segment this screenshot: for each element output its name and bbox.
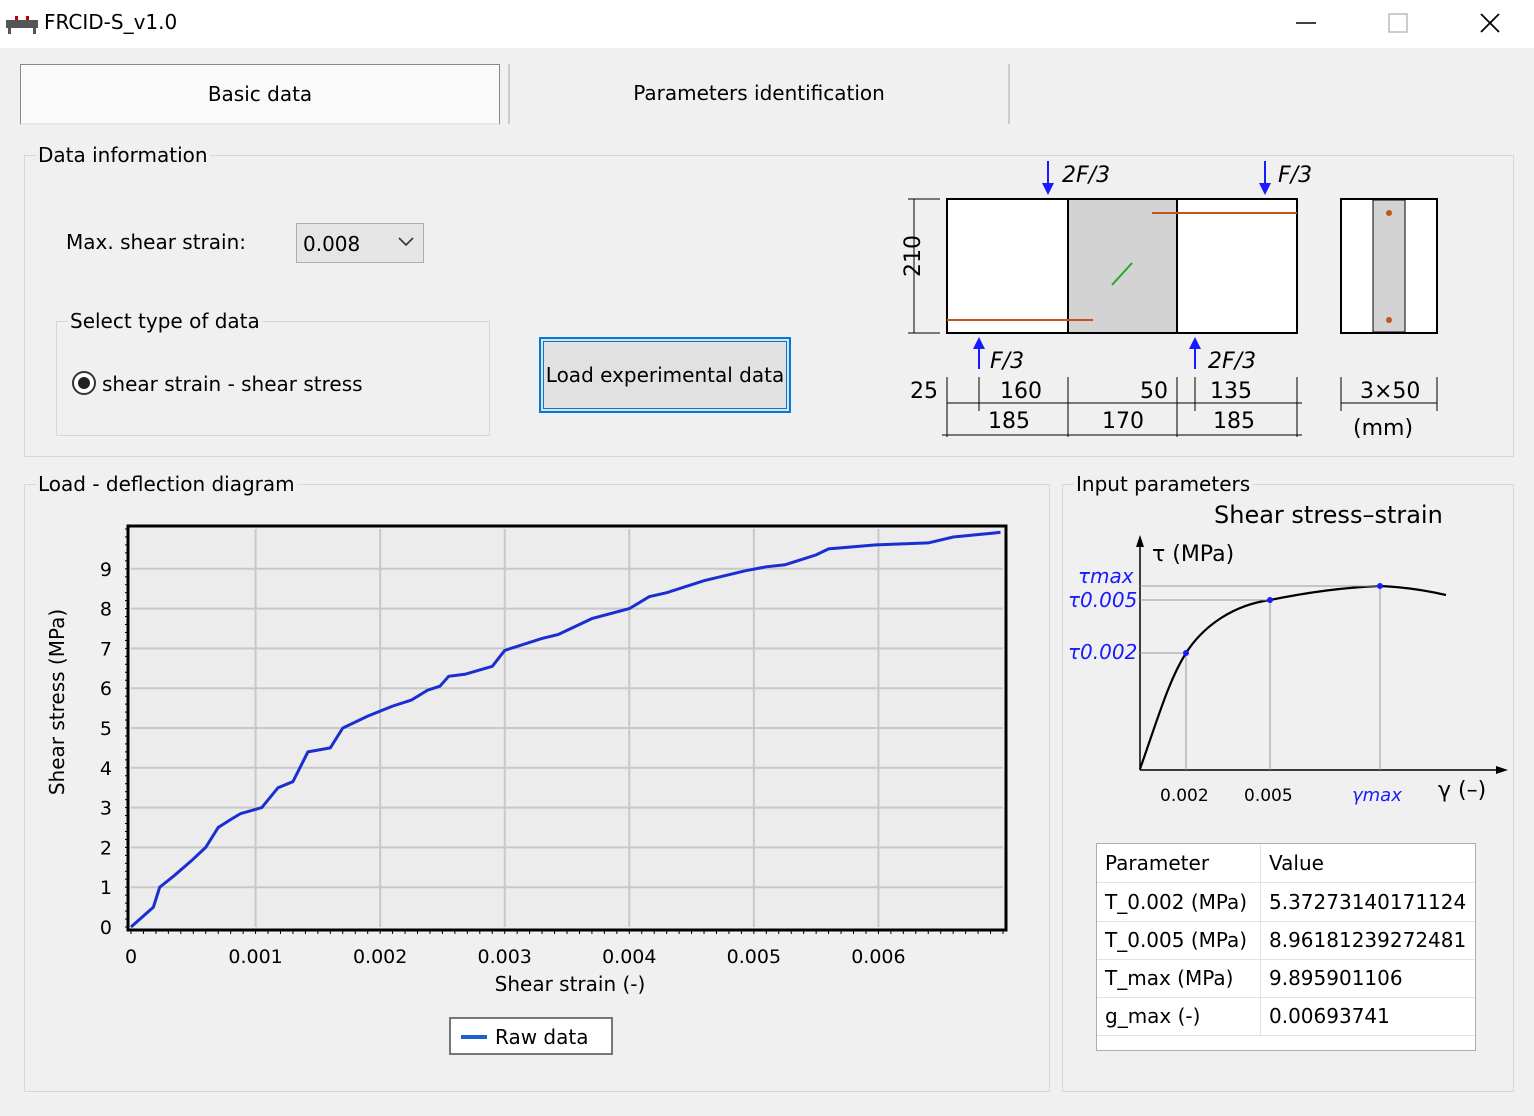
specimen-diagram: 2F/3 F/3 F/3 2F/3 210 25 160 50 135 185 …: [901, 161, 1438, 441]
table-cell-parameter: T_max (MPa): [1097, 959, 1261, 997]
tab-parameters-identification[interactable]: Parameters identification: [510, 64, 1008, 122]
y-tick-label: 5: [100, 718, 112, 740]
schematic-tick-0005: 0.005: [1244, 786, 1293, 806]
schematic-tick-0002: 0.002: [1160, 786, 1209, 806]
y-tick-label: 9: [100, 559, 112, 581]
y-tick-label: 2: [100, 837, 112, 859]
load-experimental-data-button[interactable]: Load experimental data: [539, 337, 791, 413]
section-dim: 3×50: [1360, 379, 1420, 404]
dim-160: 160: [1000, 379, 1042, 404]
window-title: FRCID-S_v1.0: [44, 10, 178, 34]
dim-170: 170: [1102, 409, 1144, 434]
parameters-table[interactable]: Parameter Value T_0.002 (MPa) 5.37273140…: [1096, 843, 1476, 1051]
x-tick-label: 0.003: [478, 946, 532, 968]
top-load-right-label: F/3: [1278, 163, 1312, 188]
x-axis-label: Shear strain (-): [495, 972, 646, 996]
title-bar: FRCID-S_v1.0: [0, 0, 1534, 48]
height-dim-label: 210: [901, 235, 926, 277]
table-header-value: Value: [1269, 851, 1324, 875]
y-ticks: 0 1 2 3 4 5 6 7 8 9: [100, 528, 128, 939]
tab-divider: [1008, 64, 1010, 124]
schematic-tick-gmax: γmax: [1352, 785, 1402, 806]
dim-50: 50: [1140, 379, 1168, 404]
dim-25: 25: [910, 379, 938, 404]
minimize-button[interactable]: [1260, 0, 1352, 46]
x-tick-label: 0.002: [353, 946, 407, 968]
load-button-label: Load experimental data: [545, 363, 785, 387]
legend-label: Raw data: [495, 1025, 589, 1049]
support-arrow-icon: [973, 337, 985, 349]
x-tick-label: 0.004: [602, 946, 656, 968]
x-ticks: 0 0.001 0.002 0.003 0.004 0.005 0.006: [125, 930, 1004, 968]
table-row[interactable]: g_max (-) 0.00693741: [1097, 997, 1475, 1036]
schematic-title: Shear stress–strain: [1214, 501, 1443, 529]
schematic-x-axis: γ (–): [1438, 778, 1486, 803]
top-load-left-label: 2F/3: [1062, 163, 1110, 188]
y-axis-label: Shear stress (MPa): [45, 609, 69, 795]
dim-185-right: 185: [1213, 409, 1255, 434]
y-tick-label: 1: [100, 877, 112, 899]
minimize-icon: [1296, 22, 1316, 24]
max-shear-strain-label: Max. shear strain:: [66, 230, 247, 254]
y-tick-label: 7: [100, 638, 112, 660]
tau-0002-label: τ0.002: [1068, 640, 1137, 664]
table-row[interactable]: T_0.002 (MPa) 5.37273140171124: [1097, 883, 1475, 922]
unit-label: (mm): [1353, 416, 1413, 441]
maximize-button[interactable]: [1352, 0, 1444, 46]
table-cell-parameter: g_max (-): [1097, 997, 1261, 1035]
x-tick-label: 0.005: [727, 946, 781, 968]
shear-zone: [1068, 200, 1177, 332]
chart-legend: Raw data: [449, 1017, 613, 1055]
x-tick-label: 0.001: [228, 946, 282, 968]
dim-135: 135: [1210, 379, 1252, 404]
support-arrow-icon: [1189, 337, 1201, 349]
y-tick-label: 8: [100, 599, 112, 621]
select-type-legend: Select type of data: [68, 309, 262, 333]
table-header-row: Parameter Value: [1097, 844, 1475, 883]
data-information-legend: Data information: [36, 143, 210, 167]
close-icon: [1480, 13, 1500, 33]
radio-label[interactable]: shear strain - shear stress: [102, 372, 363, 396]
x-tick-label: 0: [125, 946, 137, 968]
max-shear-strain-value: 0.008: [303, 232, 361, 256]
table-cell-value[interactable]: 5.37273140171124: [1261, 883, 1473, 921]
table-cell-value[interactable]: 8.96181239272481: [1261, 921, 1473, 959]
shear-strain-stress-radio[interactable]: [72, 371, 96, 395]
load-arrow-icon: [1042, 183, 1054, 195]
radio-dot: [78, 377, 90, 389]
y-tick-label: 3: [100, 798, 112, 820]
input-parameters-legend: Input parameters: [1074, 472, 1253, 496]
tau-0005-label: τ0.005: [1068, 588, 1137, 612]
close-button[interactable]: [1444, 0, 1534, 46]
y-tick-label: 0: [100, 917, 112, 939]
tau-max-label: τmax: [1078, 564, 1134, 588]
table-header-parameter: Parameter: [1097, 844, 1261, 882]
table-cell-value[interactable]: 9.895901106: [1261, 959, 1473, 997]
maximize-icon: [1388, 13, 1408, 33]
schematic-y-axis: τ (MPa): [1152, 542, 1234, 567]
x-tick-label: 0.006: [851, 946, 905, 968]
table-cell-value[interactable]: 0.00693741: [1261, 997, 1473, 1035]
y-tick-label: 6: [100, 678, 112, 700]
load-deflection-legend: Load - deflection diagram: [36, 472, 297, 496]
bottom-load-left-label: F/3: [990, 349, 1024, 374]
max-shear-strain-select[interactable]: 0.008: [296, 223, 424, 263]
table-cell-parameter: T_0.005 (MPa): [1097, 921, 1261, 959]
table-cell-parameter: T_0.002 (MPa): [1097, 883, 1261, 921]
load-arrow-icon: [1259, 183, 1271, 195]
app-icon: [6, 16, 38, 34]
legend-swatch: [461, 1035, 487, 1039]
table-row[interactable]: T_0.005 (MPa) 8.96181239272481: [1097, 921, 1475, 960]
bottom-load-right-label: 2F/3: [1208, 349, 1256, 374]
load-deflection-chart: 0 0.001 0.002 0.003 0.004 0.005 0.006 0 1 2 3 4 5 6 7…: [45, 524, 1008, 996]
dim-185-left: 185: [988, 409, 1030, 434]
chevron-down-icon: [398, 237, 414, 247]
stress-strain-schematic: Shear stress–strain τ (MPa) γ (–) τmax τ…: [1068, 501, 1508, 806]
table-row[interactable]: T_max (MPa) 9.895901106: [1097, 959, 1475, 998]
y-tick-label: 4: [100, 758, 112, 780]
tab-basic-data[interactable]: Basic data: [20, 64, 500, 125]
